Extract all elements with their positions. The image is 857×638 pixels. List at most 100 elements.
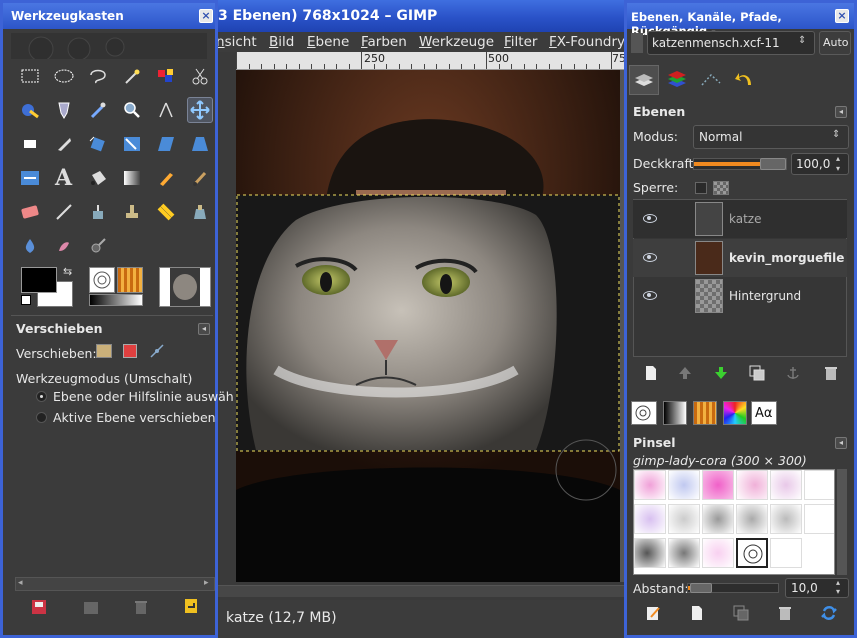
mode-select[interactable]: Normal ⇕ [693, 125, 849, 149]
layer-row-katze[interactable]: katze [633, 200, 847, 238]
text-tool[interactable]: A [51, 165, 77, 191]
active-image-preview[interactable] [159, 267, 211, 307]
duplicate-layer-icon[interactable] [749, 365, 765, 381]
bucket-fill-tool[interactable] [85, 165, 111, 191]
color-picker-tool[interactable] [85, 97, 111, 123]
menu-fx-foundry[interactable]: FX-Foundry [549, 34, 625, 50]
toolbox-close-button[interactable]: × [199, 9, 213, 23]
brush-cell[interactable] [702, 538, 734, 568]
toolbox-titlebar[interactable]: Werkzeugkasten × [3, 3, 215, 29]
foreground-select-tool[interactable] [17, 97, 43, 123]
spin-down-icon[interactable]: ▾ [836, 587, 840, 596]
align-tool[interactable] [17, 131, 43, 157]
tab-fonts[interactable]: Aα [751, 401, 777, 425]
horizontal-scrollbar[interactable] [216, 585, 628, 597]
dock-close-button[interactable]: × [835, 9, 849, 23]
tab-channels[interactable] [663, 65, 693, 95]
smudge-tool[interactable] [51, 233, 77, 259]
opacity-slider[interactable] [693, 158, 787, 170]
perspective-clone-tool[interactable] [187, 199, 213, 225]
move-selection-icon[interactable] [123, 344, 137, 358]
dock-titlebar[interactable]: Ebenen, Kanäle, Pfade, Rückgängig - ... … [627, 3, 854, 38]
active-pattern-preview[interactable] [117, 267, 143, 293]
move-layer-icon[interactable] [96, 344, 112, 358]
spin-down-icon[interactable]: ▾ [836, 164, 840, 173]
brush-cell[interactable] [736, 470, 768, 500]
visibility-eye-icon[interactable] [643, 253, 657, 262]
brush-grid-scrollbar[interactable] [837, 469, 847, 575]
auto-button[interactable]: Auto [819, 31, 851, 55]
reset-options-icon[interactable] [183, 597, 199, 615]
image-selector[interactable]: katzenmensch.xcf-11 ⇕ [647, 31, 815, 55]
tab-layers[interactable] [629, 65, 659, 95]
brush-cell[interactable] [634, 538, 666, 568]
scroll-right-icon[interactable]: ▸ [204, 578, 209, 588]
clone-tool[interactable] [119, 199, 145, 225]
brush-cell[interactable] [634, 504, 666, 534]
select-by-color-tool[interactable] [153, 63, 179, 89]
layers-panel-menu-button[interactable]: ◂ [835, 106, 847, 118]
save-options-icon[interactable] [31, 599, 47, 615]
scroll-left-icon[interactable]: ◂ [18, 578, 23, 588]
raise-layer-icon[interactable] [677, 365, 693, 381]
visibility-eye-icon[interactable] [643, 291, 657, 300]
menu-bild[interactable]: Bild [269, 34, 294, 50]
brush-cell[interactable] [702, 470, 734, 500]
tab-brushes[interactable] [631, 401, 657, 425]
scissors-select-tool[interactable] [187, 63, 213, 89]
blur-tool[interactable] [17, 233, 43, 259]
shear-tool[interactable] [153, 131, 179, 157]
duplicate-brush-icon[interactable] [733, 605, 749, 621]
tab-undo-history[interactable] [731, 65, 761, 95]
spacing-slider-handle[interactable] [690, 583, 712, 593]
foreground-color-swatch-top[interactable] [21, 267, 57, 293]
radio-pick-layer[interactable] [36, 391, 47, 402]
restore-options-icon[interactable] [83, 599, 99, 615]
delete-options-icon[interactable] [133, 599, 149, 615]
tool-options-menu-button[interactable]: ◂ [198, 323, 210, 335]
anchor-layer-icon[interactable] [785, 365, 801, 381]
menu-ebene[interactable]: Ebene [307, 34, 349, 50]
fuzzy-select-tool[interactable] [119, 63, 145, 89]
scale-tool[interactable] [119, 131, 145, 157]
brush-cell[interactable] [804, 504, 834, 534]
heal-tool[interactable] [153, 199, 179, 225]
menu-filter[interactable]: Filter [504, 34, 537, 50]
brushes-panel-menu-button[interactable]: ◂ [835, 437, 847, 449]
image-canvas[interactable] [236, 70, 620, 582]
brush-cell[interactable] [668, 504, 700, 534]
tab-paths[interactable] [697, 65, 727, 95]
brush-grid[interactable] [633, 469, 835, 575]
measure-tool[interactable] [153, 97, 179, 123]
move-path-icon[interactable] [149, 343, 165, 359]
brush-cell[interactable] [770, 538, 802, 568]
perspective-tool[interactable] [187, 131, 213, 157]
zoom-tool[interactable] [119, 97, 145, 123]
blend-tool[interactable] [119, 165, 145, 191]
paintbrush-tool[interactable] [187, 165, 213, 191]
tab-palettes[interactable] [723, 401, 747, 425]
brush-cell[interactable] [634, 470, 666, 500]
menu-farben[interactable]: Farben [361, 34, 407, 50]
tab-gradients[interactable] [663, 401, 687, 425]
swap-colors-icon[interactable]: ⇆ [63, 265, 72, 278]
visibility-eye-icon[interactable] [643, 214, 657, 223]
new-brush-icon[interactable] [689, 605, 705, 621]
brush-cell[interactable] [668, 538, 700, 568]
free-select-tool[interactable] [85, 63, 111, 89]
active-gradient-preview[interactable] [89, 294, 143, 306]
brush-cell-selected[interactable] [736, 538, 768, 568]
lower-layer-icon[interactable] [713, 365, 729, 381]
crop-tool[interactable] [51, 131, 77, 157]
paths-tool[interactable] [51, 97, 77, 123]
spin-up-icon[interactable]: ▴ [836, 154, 840, 163]
spacing-slider[interactable] [687, 583, 779, 593]
brush-cell[interactable] [770, 470, 802, 500]
brush-cell[interactable] [736, 504, 768, 534]
opacity-slider-handle[interactable] [760, 158, 786, 170]
new-layer-icon[interactable] [643, 365, 659, 381]
active-brush-preview[interactable] [89, 267, 115, 293]
rotate-tool[interactable] [85, 131, 111, 157]
flip-tool[interactable] [17, 165, 43, 191]
lock-pixels-checkbox[interactable] [695, 182, 707, 194]
